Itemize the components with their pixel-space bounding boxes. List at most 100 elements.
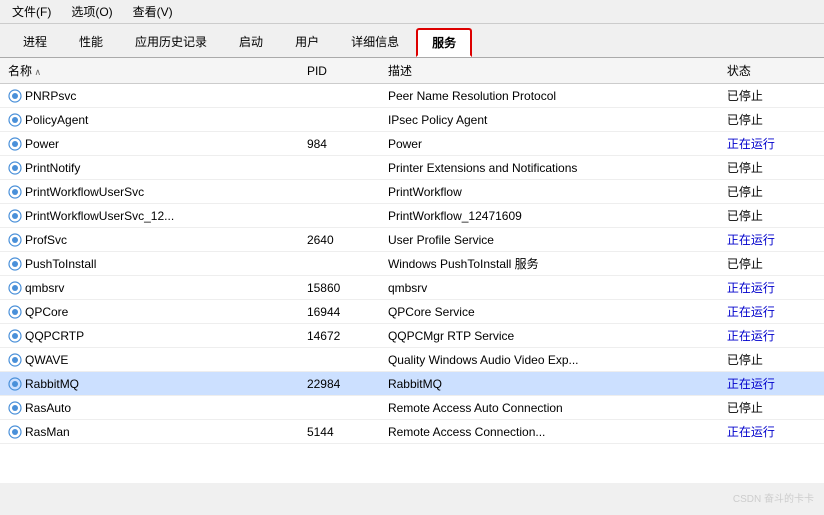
service-desc: Power [380,132,719,156]
service-name-cell: PrintNotify [0,156,299,180]
col-name[interactable]: 名称 [0,58,299,84]
service-status: 已停止 [719,252,824,276]
service-name-cell: PrintWorkflowUserSvc_12... [0,204,299,228]
service-desc: IPsec Policy Agent [380,108,719,132]
col-desc[interactable]: 描述 [380,58,719,84]
service-icon [8,137,22,151]
service-pid: 5144 [299,420,380,444]
service-pid: 984 [299,132,380,156]
service-status: 正在运行 [719,372,824,396]
service-name-text: PushToInstall [25,257,96,271]
service-pid: 16944 [299,300,380,324]
table-row[interactable]: PNRPsvc Peer Name Resolution Protocol已停止 [0,84,824,108]
menu-file[interactable]: 文件(F) [8,2,55,21]
service-status: 正在运行 [719,324,824,348]
tab-performance[interactable]: 性能 [64,28,118,57]
service-desc: Printer Extensions and Notifications [380,156,719,180]
service-pid [299,156,380,180]
service-status: 正在运行 [719,300,824,324]
service-pid [299,180,380,204]
table-row[interactable]: RasMan 5144Remote Access Connection...正在… [0,420,824,444]
tab-app-history[interactable]: 应用历史记录 [120,28,222,57]
service-icon [8,305,22,319]
service-desc: Windows PushToInstall 服务 [380,252,719,276]
service-name-cell: QPCore [0,300,299,324]
table-row[interactable]: QQPCRTP 14672QQPCMgr RTP Service正在运行 [0,324,824,348]
service-status: 已停止 [719,180,824,204]
table-row[interactable]: qmbsrv 15860qmbsrv正在运行 [0,276,824,300]
menu-bar: 文件(F) 选项(O) 查看(V) [0,0,824,24]
tab-details[interactable]: 详细信息 [336,28,414,57]
col-pid[interactable]: PID [299,58,380,84]
menu-options[interactable]: 选项(O) [67,2,116,21]
service-status: 已停止 [719,84,824,108]
service-name-text: Power [25,137,59,151]
tab-services[interactable]: 服务 [416,28,472,57]
service-status: 正在运行 [719,420,824,444]
service-status: 正在运行 [719,228,824,252]
service-name-text: QQPCRTP [25,329,84,343]
service-status: 已停止 [719,108,824,132]
service-icon [8,353,22,367]
service-name-cell: PrintWorkflowUserSvc [0,180,299,204]
service-icon [8,401,22,415]
table-row[interactable]: ProfSvc 2640User Profile Service正在运行 [0,228,824,252]
service-desc: QPCore Service [380,300,719,324]
service-name-text: ProfSvc [25,233,67,247]
menu-view[interactable]: 查看(V) [129,2,177,21]
tab-process[interactable]: 进程 [8,28,62,57]
services-table: 名称 PID 描述 状态 PNRPsvc Peer Name Resolutio… [0,58,824,444]
service-name-text: PrintWorkflowUserSvc [25,185,144,199]
tabs-bar: 进程 性能 应用历史记录 启动 用户 详细信息 服务 [0,24,824,58]
service-name-cell: PushToInstall [0,252,299,276]
service-icon [8,233,22,247]
tab-users[interactable]: 用户 [280,28,334,57]
service-pid: 14672 [299,324,380,348]
service-name-text: PolicyAgent [25,113,88,127]
table-row[interactable]: PrintWorkflowUserSvc_12... PrintWorkflow… [0,204,824,228]
service-desc: QQPCMgr RTP Service [380,324,719,348]
service-pid [299,84,380,108]
table-row[interactable]: PrintWorkflowUserSvc PrintWorkflow已停止 [0,180,824,204]
service-icon [8,185,22,199]
table-row[interactable]: RasAuto Remote Access Auto Connection已停止 [0,396,824,420]
service-desc: qmbsrv [380,276,719,300]
service-desc: Remote Access Auto Connection [380,396,719,420]
tab-startup[interactable]: 启动 [224,28,278,57]
service-status: 已停止 [719,204,824,228]
service-name-text: qmbsrv [25,281,64,295]
service-desc: PrintWorkflow [380,180,719,204]
service-pid [299,204,380,228]
table-row[interactable]: QPCore 16944QPCore Service正在运行 [0,300,824,324]
col-status[interactable]: 状态 [719,58,824,84]
service-name-text: PrintWorkflowUserSvc_12... [25,209,174,223]
service-icon [8,113,22,127]
service-pid: 2640 [299,228,380,252]
service-status: 已停止 [719,156,824,180]
service-name-text: PrintNotify [25,161,80,175]
service-status: 正在运行 [719,276,824,300]
service-desc: Peer Name Resolution Protocol [380,84,719,108]
service-name-cell: Power [0,132,299,156]
service-name-text: PNRPsvc [25,89,76,103]
service-icon [8,89,22,103]
service-icon [8,377,22,391]
service-pid: 22984 [299,372,380,396]
service-pid [299,348,380,372]
service-icon [8,329,22,343]
service-icon [8,281,22,295]
service-pid [299,396,380,420]
table-row[interactable]: RabbitMQ 22984RabbitMQ正在运行 [0,372,824,396]
service-pid [299,252,380,276]
table-row[interactable]: PushToInstall Windows PushToInstall 服务已停… [0,252,824,276]
service-icon [8,209,22,223]
service-name-cell: ProfSvc [0,228,299,252]
service-name-cell: PolicyAgent [0,108,299,132]
table-row[interactable]: Power 984Power正在运行 [0,132,824,156]
service-desc: User Profile Service [380,228,719,252]
table-row[interactable]: PolicyAgent IPsec Policy Agent已停止 [0,108,824,132]
service-name-cell: RabbitMQ [0,372,299,396]
service-icon [8,425,22,439]
table-row[interactable]: PrintNotify Printer Extensions and Notif… [0,156,824,180]
table-row[interactable]: QWAVE Quality Windows Audio Video Exp...… [0,348,824,372]
